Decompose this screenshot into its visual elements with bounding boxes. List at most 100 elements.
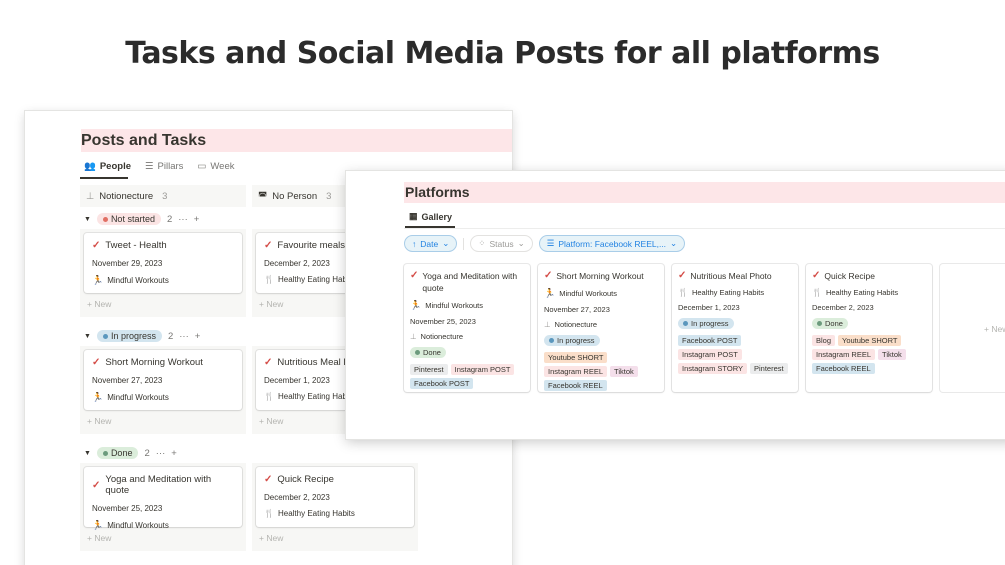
platform-tag: Tiktok	[610, 366, 638, 377]
add-icon[interactable]: +	[195, 331, 201, 342]
add-icon[interactable]: +	[171, 448, 177, 459]
lane-notionecture-done: ✓ Yoga and Meditation with quote November…	[80, 463, 246, 551]
more-icon[interactable]: ···	[178, 214, 188, 225]
checkmark-icon: ✓	[92, 479, 101, 491]
checkmark-icon: ✓	[92, 240, 101, 251]
fork-knife-icon: 🍴	[678, 288, 688, 297]
running-icon: 🏃	[92, 275, 104, 285]
chevron-down-icon: ⌄	[442, 238, 450, 248]
group-not-started[interactable]: ▼ Not started 2 ··· +	[84, 213, 199, 225]
checkmark-icon: ✓	[678, 270, 687, 281]
active-tab-indicator	[80, 177, 128, 179]
status-filter-chip[interactable]: ⁘ Status ⌄	[470, 235, 533, 252]
running-icon: 🏃	[544, 288, 556, 298]
platform-tag: Instagram POST	[678, 349, 742, 360]
grid-icon: ▦	[409, 211, 418, 221]
fork-knife-icon: 🍴	[264, 392, 274, 401]
platform-tag: Instagram STORY	[678, 363, 747, 374]
lane-notionecture-in-progress: ✓ Short Morning Workout November 27, 2023…	[80, 346, 246, 434]
task-card[interactable]: ✓ Quick Recipe December 2, 2023 🍴 Healthy …	[256, 467, 414, 527]
page-headline: Tasks and Social Media Posts for all pla…	[125, 36, 880, 71]
task-card[interactable]: ✓ Yoga and Meditation with quote November…	[84, 467, 242, 530]
lane-notionecture-not-started: ✓ Tweet - Health November 29, 2023 🏃 Mindf…	[80, 229, 246, 317]
new-card-button[interactable]: + New	[84, 533, 242, 547]
board-title: Posts and Tasks	[81, 129, 512, 152]
checkmark-icon: ✓	[544, 270, 553, 281]
platform-tag: Facebook REEL	[544, 380, 607, 391]
checkmark-icon: ✓	[812, 270, 821, 281]
status-badge: Not started	[96, 213, 161, 225]
more-icon[interactable]: ···	[156, 448, 166, 459]
chevron-down-icon: ⌄	[670, 238, 678, 248]
running-icon: 🏃	[92, 520, 104, 530]
fork-knife-icon: 🍴	[812, 288, 822, 297]
gallery-card[interactable]: ✓ Nutritious Meal Photo 🍴 Healthy Eating H…	[672, 264, 798, 392]
collapse-toggle-icon[interactable]: ▼	[84, 333, 91, 340]
people-icon: 👥	[84, 161, 96, 172]
tab-people[interactable]: 👥 People	[84, 161, 131, 172]
platform-tag: Youtube SHORT	[838, 335, 902, 346]
collapse-toggle-icon[interactable]: ▼	[84, 450, 91, 457]
new-card-button[interactable]: + New	[84, 299, 242, 313]
add-icon[interactable]: +	[194, 214, 200, 225]
checkmark-icon: ✓	[264, 240, 273, 251]
sort-date-chip[interactable]: ↑ Date ⌄	[404, 235, 458, 252]
checkmark-icon: ✓	[92, 357, 101, 368]
checkmark-icon: ✓	[264, 357, 273, 368]
list-icon: ☰	[546, 238, 555, 248]
tab-week[interactable]: ▭ Week	[197, 161, 234, 172]
new-gallery-card-button[interactable]: + New	[940, 264, 1005, 392]
new-card-button[interactable]: + New	[256, 533, 414, 547]
tab-gallery[interactable]: ▦ Gallery	[409, 211, 452, 222]
gallery-card[interactable]: ✓ Quick Recipe 🍴 Healthy Eating Habits Dec…	[806, 264, 932, 392]
gallery-card[interactable]: ✓ Yoga and Meditation with quote 🏃 Mindful…	[404, 264, 530, 392]
platform-tag: Instagram REEL	[544, 366, 608, 377]
column-notionecture: ⊥ Notionecture 3	[80, 185, 246, 207]
platform-tag: Instagram POST	[450, 364, 515, 375]
platform-tag: Facebook POST	[678, 335, 742, 346]
platform-tag: Facebook REEL	[812, 363, 875, 374]
person-icon: ⊥	[86, 190, 95, 202]
checkmark-icon: ✓	[264, 474, 273, 485]
gallery-window: Platforms ▦ Gallery ↑ Date ⌄ ⁘ Status ⌄ …	[346, 171, 1005, 439]
gallery-title: Platforms	[404, 182, 1005, 203]
task-card[interactable]: ✓ Tweet - Health November 29, 2023 🏃 Mindf…	[84, 233, 242, 293]
running-icon: 🏃	[92, 392, 104, 402]
gallery-card[interactable]: ✓ Short Morning Workout 🏃 Mindful Workouts…	[538, 264, 664, 392]
new-card-button[interactable]: + New	[84, 416, 242, 430]
chevron-down-icon: ⌄	[517, 238, 525, 248]
person-icon: ⊥	[410, 332, 417, 341]
divider	[463, 237, 465, 250]
platform-tag: Youtube SHORT	[544, 352, 608, 363]
checkmark-icon: ✓	[410, 270, 419, 281]
platform-tag: Tiktok	[878, 349, 906, 360]
platform-tag: Pinterest	[410, 364, 448, 375]
collapse-toggle-icon[interactable]: ▼	[84, 216, 91, 223]
board-view-tabs: 👥 People ☰ Pillars ▭ Week	[84, 161, 235, 172]
more-icon[interactable]: ···	[179, 331, 189, 342]
running-icon: 🏃	[410, 300, 422, 310]
group-done[interactable]: ▼ Done 2 ··· +	[84, 447, 177, 459]
lane-no-person-done: ✓ Quick Recipe December 2, 2023 🍴 Healthy …	[252, 463, 418, 551]
group-in-progress[interactable]: ▼ In progress 2 ··· +	[84, 330, 200, 342]
status-badge: Done	[410, 347, 446, 358]
status-icon: ⁘	[478, 238, 486, 248]
status-badge: In progress	[544, 335, 600, 346]
platform-tag: Instagram REEL	[812, 349, 876, 360]
status-badge: Done	[96, 447, 139, 459]
person-icon: ⊥	[544, 320, 551, 329]
platform-tag: Pinterest	[750, 363, 788, 374]
tab-pillars[interactable]: ☰ Pillars	[145, 161, 183, 172]
divider	[404, 228, 1005, 229]
fork-knife-icon: 🍴	[264, 509, 274, 518]
no-person-icon: ◚	[258, 190, 268, 202]
platform-filter-chip[interactable]: ☰ Platform: Facebook REEL,... ⌄	[538, 235, 686, 252]
platform-tag: Blog	[812, 335, 836, 346]
arrow-up-icon: ↑	[412, 238, 417, 249]
fork-knife-icon: 🍴	[264, 275, 274, 284]
columns-icon: ☰	[145, 161, 154, 172]
filter-bar: ↑ Date ⌄ ⁘ Status ⌄ ☰ Platform: Facebook…	[404, 235, 686, 252]
status-badge: Done	[812, 318, 848, 329]
platform-tag: Facebook POST	[410, 378, 474, 389]
task-card[interactable]: ✓ Short Morning Workout November 27, 2023…	[84, 350, 242, 410]
